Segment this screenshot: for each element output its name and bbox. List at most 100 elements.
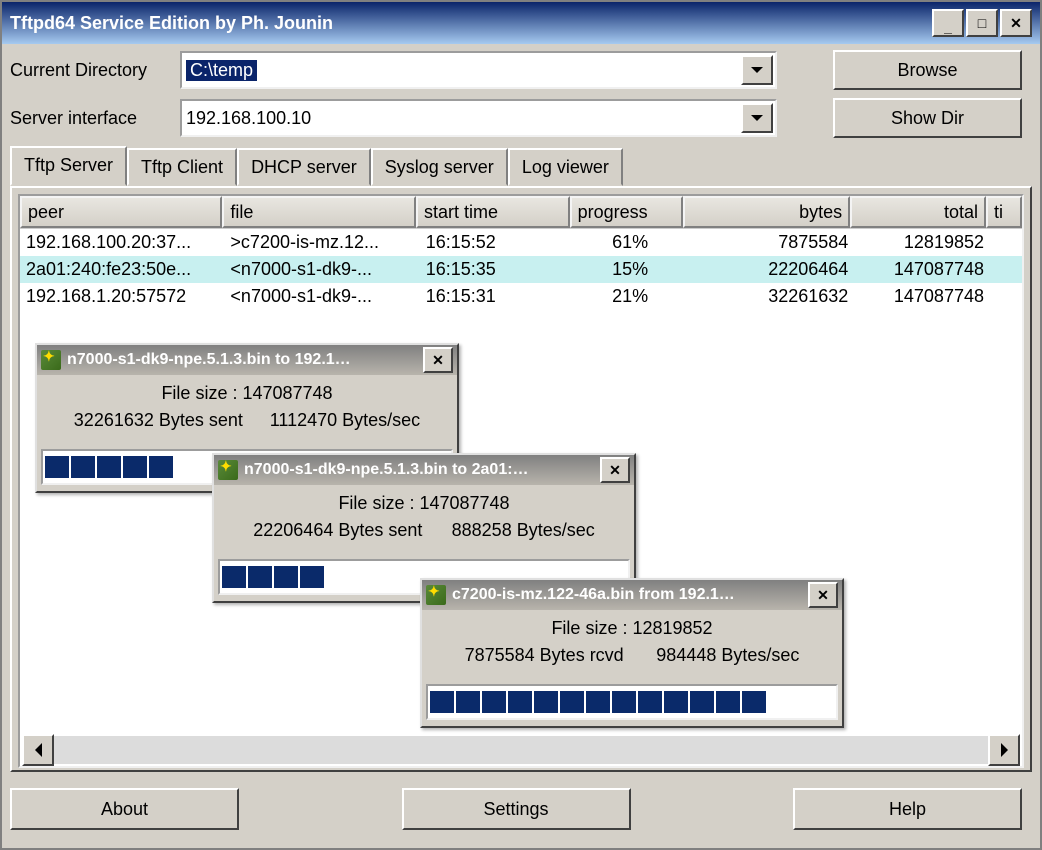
transfer-window[interactable]: c7200-is-mz.122-46a.bin from 192.1…✕ File… — [420, 578, 844, 728]
cell-ti — [990, 257, 1022, 282]
table-row[interactable]: 192.168.1.20:57572<n7000-s1-dk9-...16:15… — [20, 283, 1022, 310]
progress-bar — [426, 684, 838, 720]
cell-start: 16:15:35 — [420, 257, 574, 282]
transfer-icon — [41, 350, 61, 370]
current-directory-label: Current Directory — [10, 60, 180, 81]
table-row[interactable]: 192.168.100.20:37...>c7200-is-mz.12...16… — [20, 229, 1022, 256]
horizontal-scrollbar[interactable] — [22, 736, 1020, 764]
progress-block — [560, 691, 584, 713]
scroll-left-button[interactable] — [22, 734, 54, 766]
progress-block — [456, 691, 480, 713]
transfer-filesize: File size : 147087748 — [47, 383, 447, 404]
cell-file: <n7000-s1-dk9-... — [224, 257, 419, 282]
transfer-title-text: c7200-is-mz.122-46a.bin from 192.1… — [452, 586, 808, 604]
window-title: Tftpd64 Service Edition by Ph. Jounin — [10, 13, 932, 34]
transfer-rate-stat: 1112470 Bytes/sec — [270, 410, 420, 431]
transfer-titlebar[interactable]: c7200-is-mz.122-46a.bin from 192.1…✕ — [422, 580, 842, 610]
transfer-icon — [218, 460, 238, 480]
transfer-filesize: File size : 147087748 — [224, 493, 624, 514]
progress-block — [274, 566, 298, 588]
cell-total: 147087748 — [854, 257, 990, 282]
tab-syslog-server[interactable]: Syslog server — [371, 148, 508, 186]
server-interface-label: Server interface — [10, 108, 180, 129]
cell-bytes: 32261632 — [687, 284, 855, 309]
help-button[interactable]: Help — [793, 788, 1022, 830]
col-ti[interactable]: ti — [986, 196, 1022, 228]
progress-block — [534, 691, 558, 713]
table-row[interactable]: 2a01:240:fe23:50e...<n7000-s1-dk9-...16:… — [20, 256, 1022, 283]
cell-file: >c7200-is-mz.12... — [224, 230, 419, 255]
progress-block — [149, 456, 173, 478]
transfer-bytes-stat: 7875584 Bytes rcvd — [465, 645, 624, 666]
cell-progress: 21% — [574, 284, 687, 309]
transfer-rate-stat: 888258 Bytes/sec — [452, 520, 595, 541]
progress-block — [690, 691, 714, 713]
transfer-titlebar[interactable]: n7000-s1-dk9-npe.5.1.3.bin to 2a01:…✕ — [214, 455, 634, 485]
cell-total: 12819852 — [854, 230, 990, 255]
col-file[interactable]: file — [222, 196, 416, 228]
progress-block — [248, 566, 272, 588]
cell-file: <n7000-s1-dk9-... — [224, 284, 419, 309]
progress-block — [430, 691, 454, 713]
transfer-titlebar[interactable]: n7000-s1-dk9-npe.5.1.3.bin to 192.1…✕ — [37, 345, 457, 375]
transfer-icon — [426, 585, 446, 605]
transfer-filesize: File size : 12819852 — [432, 618, 832, 639]
tab-tftp-client[interactable]: Tftp Client — [127, 148, 237, 186]
chevron-down-icon[interactable] — [741, 103, 773, 133]
progress-block — [45, 456, 69, 478]
tab-strip: Tftp Server Tftp Client DHCP server Sysl… — [10, 146, 1032, 186]
server-interface-value: 192.168.100.10 — [186, 108, 311, 129]
transfer-bytes-stat: 22206464 Bytes sent — [253, 520, 422, 541]
progress-block — [300, 566, 324, 588]
scroll-right-button[interactable] — [988, 734, 1020, 766]
col-peer[interactable]: peer — [20, 196, 222, 228]
tab-log-viewer[interactable]: Log viewer — [508, 148, 623, 186]
cell-bytes: 22206464 — [687, 257, 855, 282]
progress-block — [612, 691, 636, 713]
chevron-down-icon[interactable] — [741, 55, 773, 85]
close-icon[interactable]: ✕ — [808, 582, 838, 608]
cell-bytes: 7875584 — [687, 230, 855, 255]
progress-block — [638, 691, 662, 713]
close-icon[interactable]: ✕ — [600, 457, 630, 483]
cell-total: 147087748 — [854, 284, 990, 309]
settings-button[interactable]: Settings — [402, 788, 631, 830]
cell-ti — [990, 230, 1022, 255]
current-directory-combo[interactable]: C:\temp — [180, 51, 777, 89]
col-progress[interactable]: progress — [570, 196, 684, 228]
maximize-button[interactable]: □ — [966, 9, 998, 37]
progress-block — [97, 456, 121, 478]
progress-block — [742, 691, 766, 713]
cell-peer: 2a01:240:fe23:50e... — [20, 257, 224, 282]
current-directory-value: C:\temp — [186, 60, 257, 81]
col-bytes[interactable]: bytes — [683, 196, 850, 228]
cell-peer: 192.168.1.20:57572 — [20, 284, 224, 309]
show-dir-button[interactable]: Show Dir — [833, 98, 1022, 138]
browse-button[interactable]: Browse — [833, 50, 1022, 90]
cell-ti — [990, 284, 1022, 309]
tab-panel: peer file start time progress bytes tota… — [10, 186, 1032, 772]
cell-peer: 192.168.100.20:37... — [20, 230, 224, 255]
titlebar[interactable]: Tftpd64 Service Edition by Ph. Jounin _ … — [2, 2, 1040, 44]
close-button[interactable]: ✕ — [1000, 9, 1032, 37]
main-window: Tftpd64 Service Edition by Ph. Jounin _ … — [0, 0, 1042, 850]
cell-start: 16:15:31 — [420, 284, 574, 309]
cell-start: 16:15:52 — [420, 230, 574, 255]
transfer-bytes-stat: 32261632 Bytes sent — [74, 410, 243, 431]
cell-progress: 61% — [574, 230, 687, 255]
col-start-time[interactable]: start time — [416, 196, 570, 228]
progress-block — [586, 691, 610, 713]
tab-dhcp-server[interactable]: DHCP server — [237, 148, 371, 186]
close-icon[interactable]: ✕ — [423, 347, 453, 373]
progress-block — [482, 691, 506, 713]
transfer-title-text: n7000-s1-dk9-npe.5.1.3.bin to 192.1… — [67, 351, 423, 369]
transfer-title-text: n7000-s1-dk9-npe.5.1.3.bin to 2a01:… — [244, 461, 600, 479]
progress-block — [222, 566, 246, 588]
tab-tftp-server[interactable]: Tftp Server — [10, 146, 127, 186]
server-interface-combo[interactable]: 192.168.100.10 — [180, 99, 777, 137]
progress-block — [508, 691, 532, 713]
about-button[interactable]: About — [10, 788, 239, 830]
col-total[interactable]: total — [850, 196, 986, 228]
minimize-button[interactable]: _ — [932, 9, 964, 37]
progress-block — [664, 691, 688, 713]
